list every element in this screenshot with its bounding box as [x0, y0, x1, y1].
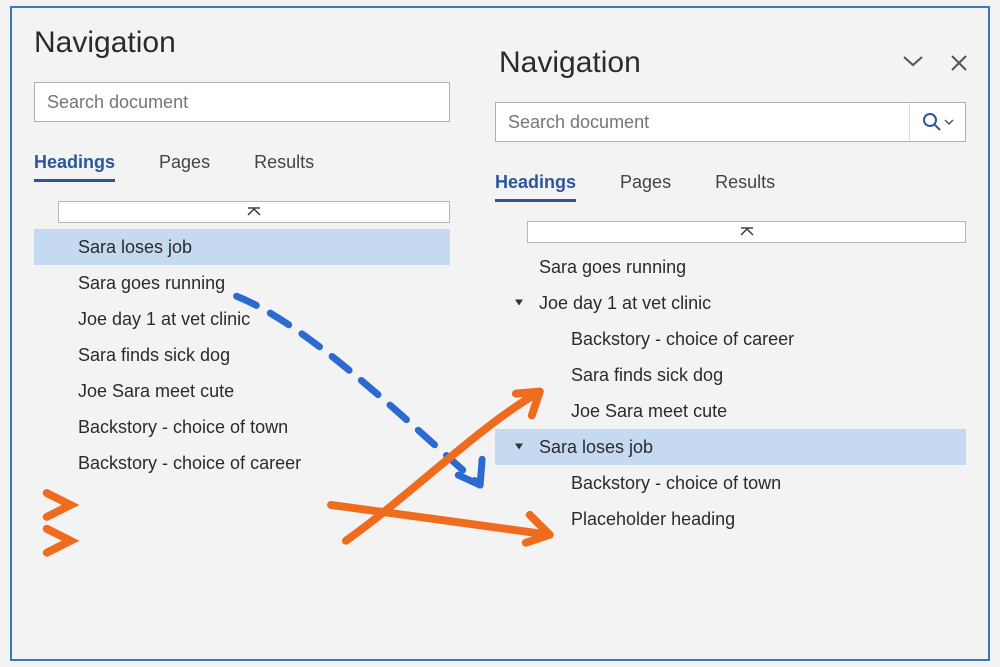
heading-item[interactable]: Sara loses job: [495, 429, 966, 465]
heading-item[interactable]: Backstory - choice of career: [495, 321, 966, 357]
heading-item[interactable]: Backstory - choice of career: [34, 445, 450, 481]
heading-label: Sara goes running: [78, 273, 225, 294]
triangle-down-icon: [513, 297, 525, 309]
search-button[interactable]: [909, 103, 965, 141]
heading-label: Joe Sara meet cute: [571, 401, 727, 422]
close-pane-button[interactable]: [950, 54, 968, 72]
search-input[interactable]: [35, 83, 449, 121]
heading-item[interactable]: Backstory - choice of town: [34, 409, 450, 445]
triangle-down-icon: [513, 441, 525, 453]
heading-label: Sara finds sick dog: [571, 365, 723, 386]
pane-window-controls: [902, 54, 968, 72]
expand-toggle[interactable]: [513, 293, 525, 314]
heading-label: Backstory - choice of career: [571, 329, 794, 350]
collapse-up-icon: [740, 227, 754, 237]
heading-label: Joe day 1 at vet clinic: [539, 293, 711, 314]
tab-headings[interactable]: Headings: [34, 152, 115, 182]
heading-list: Sara goes running Joe day 1 at vet clini…: [495, 249, 966, 537]
navigation-pane-after: Navigation Headings Pages Results: [472, 8, 988, 659]
search-field[interactable]: [34, 82, 450, 122]
pane-title: Navigation: [473, 8, 988, 90]
nav-tabs: Headings Pages Results: [34, 152, 450, 183]
heading-label: Sara goes running: [539, 257, 686, 278]
collapse-all-button[interactable]: [527, 221, 966, 243]
heading-item[interactable]: Sara finds sick dog: [495, 357, 966, 393]
chevron-down-icon: [944, 118, 954, 126]
heading-label: Sara finds sick dog: [78, 345, 230, 366]
heading-item[interactable]: Joe Sara meet cute: [495, 393, 966, 429]
collapse-pane-button[interactable]: [902, 54, 924, 72]
heading-label: Sara loses job: [78, 237, 192, 258]
expand-toggle[interactable]: [513, 437, 525, 458]
heading-item[interactable]: Sara finds sick dog: [34, 337, 450, 373]
heading-item[interactable]: Backstory - choice of town: [495, 465, 966, 501]
screenshot-frame: Navigation Headings Pages Results Sara l…: [10, 6, 990, 661]
tab-results[interactable]: Results: [254, 152, 314, 182]
heading-label: Joe Sara meet cute: [78, 381, 234, 402]
heading-label: Backstory - choice of town: [571, 473, 781, 494]
heading-label: Joe day 1 at vet clinic: [78, 309, 250, 330]
collapse-all-button[interactable]: [58, 201, 450, 223]
heading-item[interactable]: Joe day 1 at vet clinic: [34, 301, 450, 337]
navigation-pane-before: Navigation Headings Pages Results Sara l…: [12, 8, 472, 659]
nav-tabs: Headings Pages Results: [495, 172, 966, 203]
search-field[interactable]: [495, 102, 966, 142]
heading-label: Backstory - choice of career: [78, 453, 301, 474]
heading-item[interactable]: Placeholder heading: [495, 501, 966, 537]
heading-item[interactable]: Joe Sara meet cute: [34, 373, 450, 409]
chevron-down-icon: [902, 54, 924, 68]
heading-label: Placeholder heading: [571, 509, 735, 530]
heading-label: Sara loses job: [539, 437, 653, 458]
heading-list: Sara loses job Sara goes running Joe day…: [34, 229, 450, 481]
close-icon: [950, 54, 968, 72]
heading-item[interactable]: Sara goes running: [34, 265, 450, 301]
heading-item[interactable]: Joe day 1 at vet clinic: [495, 285, 966, 321]
tab-pages[interactable]: Pages: [159, 152, 210, 182]
heading-label: Backstory - choice of town: [78, 417, 288, 438]
tab-results[interactable]: Results: [715, 172, 775, 202]
heading-item[interactable]: Sara loses job: [34, 229, 450, 265]
pane-title: Navigation: [12, 8, 472, 70]
heading-item[interactable]: Sara goes running: [495, 249, 966, 285]
tab-headings[interactable]: Headings: [495, 172, 576, 202]
tab-pages[interactable]: Pages: [620, 172, 671, 202]
collapse-up-icon: [247, 207, 261, 217]
search-icon: [922, 112, 942, 132]
search-input[interactable]: [496, 103, 909, 141]
